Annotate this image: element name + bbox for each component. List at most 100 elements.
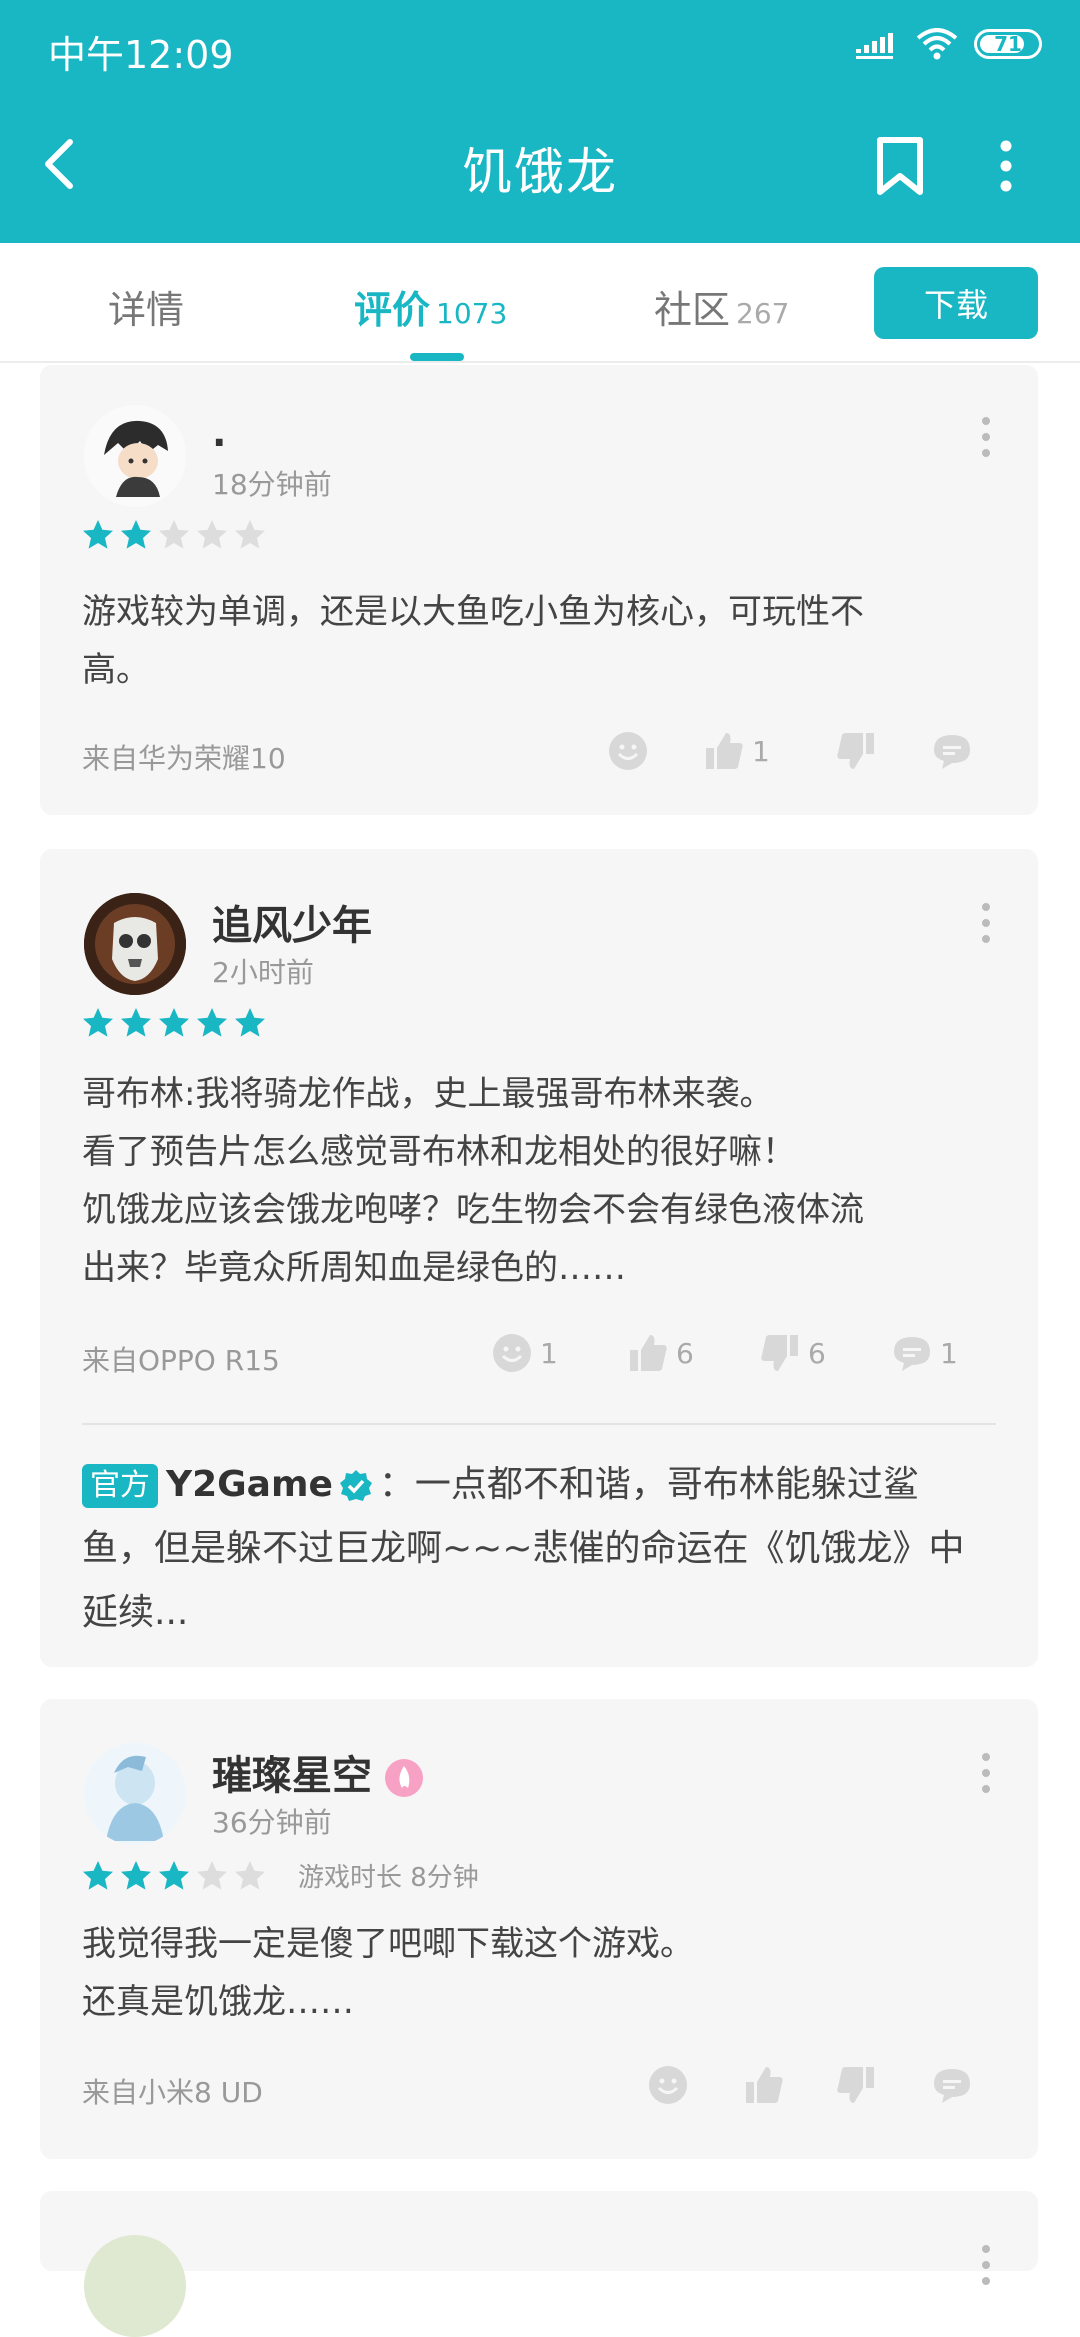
reply-text-line: ：一点都不和谐，哥布林能躲过鲨: [378, 1464, 919, 1505]
review-time: 2小时前: [212, 956, 314, 989]
comment-button[interactable]: [932, 2065, 972, 2105]
review-text: 游戏较为单调，还是以大鱼吃小鱼为核心，可玩性不 高。: [82, 583, 996, 699]
review-text-line: 我觉得我一定是傻了吧唧下载这个游戏。: [82, 1924, 694, 1964]
comment-button[interactable]: [932, 731, 972, 771]
star-filled-icon: [235, 1008, 265, 1037]
review-text: 我觉得我一定是傻了吧唧下载这个游戏。 还真是饥饿龙……: [82, 1915, 996, 2031]
review-source: 来自华为荣耀10: [82, 742, 286, 775]
like-button[interactable]: [744, 2065, 784, 2105]
comment-icon: [894, 1337, 930, 1371]
star-filled-icon: [83, 1860, 113, 1890]
thumbs-up-icon: [746, 2067, 783, 2103]
bookmark-icon[interactable]: [872, 136, 928, 196]
star-empty-icon: [235, 520, 265, 549]
star-empty-icon: [197, 1860, 227, 1890]
dislike-button[interactable]: 6: [760, 1333, 826, 1373]
thumbs-down-icon: [761, 1335, 798, 1371]
reply-divider: [82, 1423, 996, 1425]
tab-details[interactable]: 详情: [108, 279, 184, 334]
thumbs-up-icon: [630, 1335, 667, 1371]
level-badge-icon: [385, 1759, 423, 1797]
like-button[interactable]: 1: [704, 731, 770, 771]
emoji-count: 1: [540, 1336, 558, 1370]
thumbs-down-icon: [837, 733, 874, 769]
more-options-icon[interactable]: [984, 136, 1028, 196]
tab-reviews[interactable]: 评价 1073: [354, 279, 507, 334]
dislike-count: 6: [808, 1336, 826, 1370]
review-username-text: 璀璨星空: [212, 1753, 372, 1799]
tab-label: 详情: [108, 288, 185, 332]
review-card: [40, 2191, 1038, 2337]
wifi-icon: [916, 28, 958, 60]
review-text: 哥布林:我将骑龙作战，史上最强哥布林来袭。 看了预告片怎么感觉哥布林和龙相处的很…: [82, 1065, 996, 1297]
review-source: 来自OPPO R15: [82, 1344, 280, 1377]
thumbs-up-icon: [706, 733, 743, 769]
review-username[interactable]: 追风少年: [212, 893, 372, 951]
review-card: 追风少年 2小时前 哥布林:我将骑龙作战，史上最强哥布林来袭。 看了预告片怎么感…: [40, 849, 1038, 1667]
review-text-line: 看了预告片怎么感觉哥布林和龙相处的很好嘛！: [82, 1132, 796, 1172]
star-filled-icon: [197, 1008, 227, 1037]
active-tab-indicator: [410, 353, 464, 361]
battery-indicator: 71: [974, 29, 1042, 59]
kebab-menu-icon[interactable]: [978, 901, 994, 945]
like-count: 6: [676, 1336, 694, 1370]
status-time: 中午12:09: [48, 33, 234, 77]
dislike-button[interactable]: [836, 2065, 876, 2105]
comment-icon: [934, 735, 970, 769]
review-username[interactable]: 璀璨星空: [212, 1743, 424, 1801]
reply-author[interactable]: Y2Game: [166, 1464, 333, 1505]
star-empty-icon: [159, 520, 189, 549]
tab-count: 267: [736, 297, 790, 330]
avatar[interactable]: [84, 893, 186, 995]
star-filled-icon: [121, 1860, 151, 1890]
star-filled-icon: [83, 1008, 113, 1037]
signal-icon: [856, 33, 893, 59]
star-filled-icon: [159, 1008, 189, 1037]
emoji-button[interactable]: [648, 2065, 688, 2105]
reply-text-line: 鱼，但是躲不过巨龙啊~~~悲催的命运在《饥饿龙》中: [82, 1528, 965, 1569]
review-time: 36分钟前: [212, 1806, 332, 1839]
comment-icon: [934, 2069, 970, 2103]
comment-count: 1: [940, 1336, 958, 1370]
review-card: 璀璨星空 36分钟前 游戏时长 8分钟 我觉得我一定是傻了吧唧下载这个游戏。 还…: [40, 1699, 1038, 2159]
tab-community[interactable]: 社区 267: [654, 279, 789, 334]
kebab-menu-icon[interactable]: [978, 415, 994, 459]
star-empty-icon: [235, 1860, 265, 1890]
tab-label: 社区: [654, 288, 731, 332]
star-rating: 游戏时长 8分钟: [82, 1857, 479, 1894]
tab-label: 评价: [354, 288, 431, 332]
dislike-button[interactable]: [836, 731, 876, 771]
battery-level: 71: [994, 32, 1022, 56]
download-button[interactable]: 下载: [874, 267, 1038, 339]
emoji-button[interactable]: [608, 731, 648, 771]
kebab-menu-icon[interactable]: [978, 1751, 994, 1795]
thumbs-down-icon: [837, 2067, 874, 2103]
review-username[interactable]: .: [212, 411, 226, 455]
star-filled-icon: [159, 1860, 189, 1890]
reply-text-line: 延续...: [82, 1592, 189, 1633]
app-header: 中午12:09 71 饥饿龙: [0, 0, 1080, 243]
star-empty-icon: [197, 520, 227, 549]
review-text-line: 还真是饥饿龙……: [82, 1982, 354, 2022]
kebab-menu-icon[interactable]: [978, 2243, 994, 2287]
star-filled-icon: [121, 520, 151, 549]
tab-bar: 详情 评价 1073 社区 267 下载: [0, 243, 1080, 363]
review-list[interactable]: . 18分钟前 游戏较为单调，还是以大鱼吃小鱼为核心，可玩性不 高。 来自华为荣…: [0, 365, 1080, 2337]
avatar[interactable]: [84, 2235, 186, 2337]
star-rating: [82, 519, 266, 551]
comment-button[interactable]: 1: [892, 1333, 958, 1373]
status-icons: 71: [856, 28, 1042, 60]
avatar[interactable]: [84, 405, 186, 507]
like-button[interactable]: 6: [628, 1333, 694, 1373]
avatar[interactable]: [84, 1743, 186, 1845]
emoji-button[interactable]: 1: [492, 1333, 558, 1373]
verified-icon: [339, 1470, 372, 1501]
review-text-line: 游戏较为单调，还是以大鱼吃小鱼为核心，可玩性不: [82, 592, 864, 632]
smile-icon: [493, 1334, 531, 1372]
review-time: 18分钟前: [212, 468, 332, 501]
review-text-line: 出来？毕竟众所周知血是绿色的……: [82, 1248, 626, 1288]
smile-icon: [649, 2066, 687, 2104]
tab-count: 1073: [436, 297, 508, 330]
smile-icon: [609, 732, 647, 770]
review-text-line: 高。: [82, 650, 150, 690]
